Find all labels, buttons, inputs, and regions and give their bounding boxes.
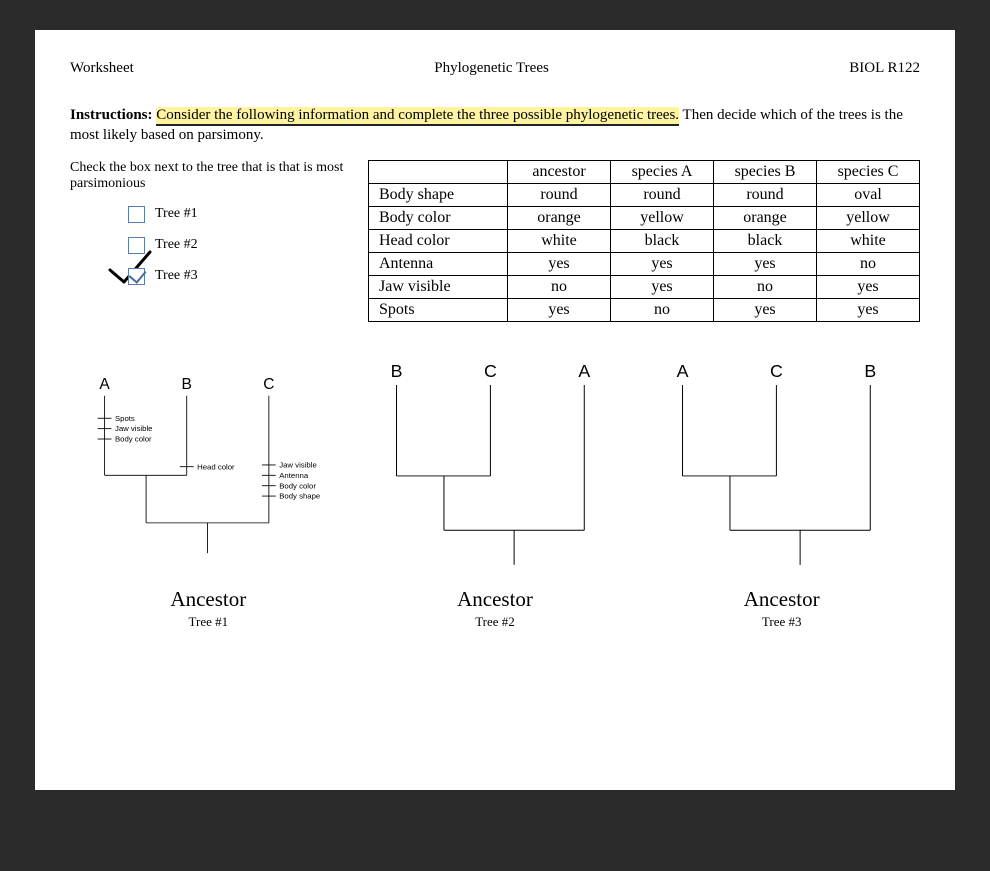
tree1-c-tick2: Antenna xyxy=(279,470,309,479)
trees-row: A B C Spots Jaw visible B xyxy=(70,356,920,630)
cell: no xyxy=(817,252,920,275)
tree1-ancestor-label: Ancestor xyxy=(70,587,347,612)
cell: no xyxy=(714,275,817,298)
tree2-box: B C A Ancestor Tree #2 xyxy=(357,356,634,630)
header-center: Phylogenetic Trees xyxy=(434,60,549,77)
tree3-tip-a: A xyxy=(677,361,689,381)
tree1-c-tick1: Jaw visible xyxy=(279,460,317,469)
tree1-a-tick1: Spots xyxy=(115,413,135,422)
tree1-tip-b: B xyxy=(182,375,192,392)
tree1-box: A B C Spots Jaw visible B xyxy=(70,356,347,630)
cell: round xyxy=(611,183,714,206)
col-species-a: species A xyxy=(611,160,714,183)
row-label: Head color xyxy=(369,229,508,252)
row-label: Body shape xyxy=(369,183,508,206)
check-prompt: Check the box next to the tree that is t… xyxy=(70,160,354,192)
tree2-option[interactable]: Tree #2 xyxy=(128,237,354,254)
cell: no xyxy=(611,298,714,321)
cell: yes xyxy=(714,298,817,321)
tree1-svg: A B C Spots Jaw visible B xyxy=(70,356,347,586)
mid-row: Check the box next to the tree that is t… xyxy=(70,160,920,322)
col-ancestor: ancestor xyxy=(508,160,611,183)
tree3-option[interactable]: Tree #3 xyxy=(128,268,354,285)
tree1-label: Tree #1 xyxy=(155,206,198,222)
tree2-tip-b: B xyxy=(390,361,402,381)
col-species-b: species B xyxy=(714,160,817,183)
checkbox-column: Check the box next to the tree that is t… xyxy=(70,160,354,299)
tree3-svg: A C B xyxy=(643,356,920,586)
row-label: Body color xyxy=(369,206,508,229)
tree1-c-tick3: Body color xyxy=(279,481,316,490)
table-row: Antenna yes yes yes no xyxy=(369,252,920,275)
table-row: Body shape round round round oval xyxy=(369,183,920,206)
cell: yes xyxy=(817,275,920,298)
tree1-tip-c: C xyxy=(263,375,274,392)
tree2-ancestor-label: Ancestor xyxy=(357,587,634,612)
header-left: Worksheet xyxy=(70,60,134,77)
tree2-svg: B C A xyxy=(357,356,634,586)
tree1-c-tick4: Body shape xyxy=(279,491,320,500)
tree1-a-tick2: Jaw visible xyxy=(115,424,153,433)
tree2-checkbox[interactable] xyxy=(128,237,145,254)
cell: oval xyxy=(817,183,920,206)
cell: yes xyxy=(508,252,611,275)
cell: black xyxy=(714,229,817,252)
tree3-tip-c: C xyxy=(770,361,783,381)
trait-table: ancestor species A species B species C B… xyxy=(368,160,920,322)
cell: yes xyxy=(611,275,714,298)
cell: yellow xyxy=(817,206,920,229)
row-label: Jaw visible xyxy=(369,275,508,298)
tree2-tip-c: C xyxy=(484,361,497,381)
tree2-label: Tree #2 xyxy=(155,237,198,253)
table-corner-cell xyxy=(369,160,508,183)
header-right: BIOL R122 xyxy=(849,60,920,77)
page-header: Worksheet Phylogenetic Trees BIOL R122 xyxy=(70,60,920,77)
tree3-checkbox[interactable] xyxy=(128,268,145,285)
cell: yes xyxy=(611,252,714,275)
col-species-c: species C xyxy=(817,160,920,183)
table-header-row: ancestor species A species B species C xyxy=(369,160,920,183)
worksheet-page: Worksheet Phylogenetic Trees BIOL R122 I… xyxy=(35,30,955,790)
cell: orange xyxy=(714,206,817,229)
instructions-tail: parsimony. xyxy=(198,127,264,143)
cell: black xyxy=(611,229,714,252)
tree3-label: Tree #3 xyxy=(155,268,198,284)
cell: yes xyxy=(817,298,920,321)
instructions: Instructions: Consider the following inf… xyxy=(70,105,920,146)
cell: yes xyxy=(508,298,611,321)
cell: round xyxy=(508,183,611,206)
cell: white xyxy=(817,229,920,252)
table-row: Body color orange yellow orange yellow xyxy=(369,206,920,229)
tree1-name: Tree #1 xyxy=(70,614,347,630)
tree1-tip-a: A xyxy=(99,375,110,392)
cell: yes xyxy=(714,252,817,275)
cell: yellow xyxy=(611,206,714,229)
tree3-box: A C B Ancestor Tree #3 xyxy=(643,356,920,630)
instructions-highlight: Consider the following information and c… xyxy=(156,107,679,126)
cell: no xyxy=(508,275,611,298)
tree1-option[interactable]: Tree #1 xyxy=(128,206,354,223)
table-row: Jaw visible no yes no yes xyxy=(369,275,920,298)
tree1-a-tick3: Body color xyxy=(115,434,152,443)
table-row: Spots yes no yes yes xyxy=(369,298,920,321)
table-row: Head color white black black white xyxy=(369,229,920,252)
tree2-name: Tree #2 xyxy=(357,614,634,630)
tree1-b-tick1: Head color xyxy=(197,462,235,471)
cell: round xyxy=(714,183,817,206)
cell: white xyxy=(508,229,611,252)
row-label: Spots xyxy=(369,298,508,321)
tree3-ancestor-label: Ancestor xyxy=(643,587,920,612)
tree2-tip-a: A xyxy=(578,361,590,381)
tree3-name: Tree #3 xyxy=(643,614,920,630)
row-label: Antenna xyxy=(369,252,508,275)
cell: orange xyxy=(508,206,611,229)
tree1-checkbox[interactable] xyxy=(128,206,145,223)
tree3-tip-b: B xyxy=(865,361,877,381)
instructions-lead: Instructions: xyxy=(70,107,153,123)
